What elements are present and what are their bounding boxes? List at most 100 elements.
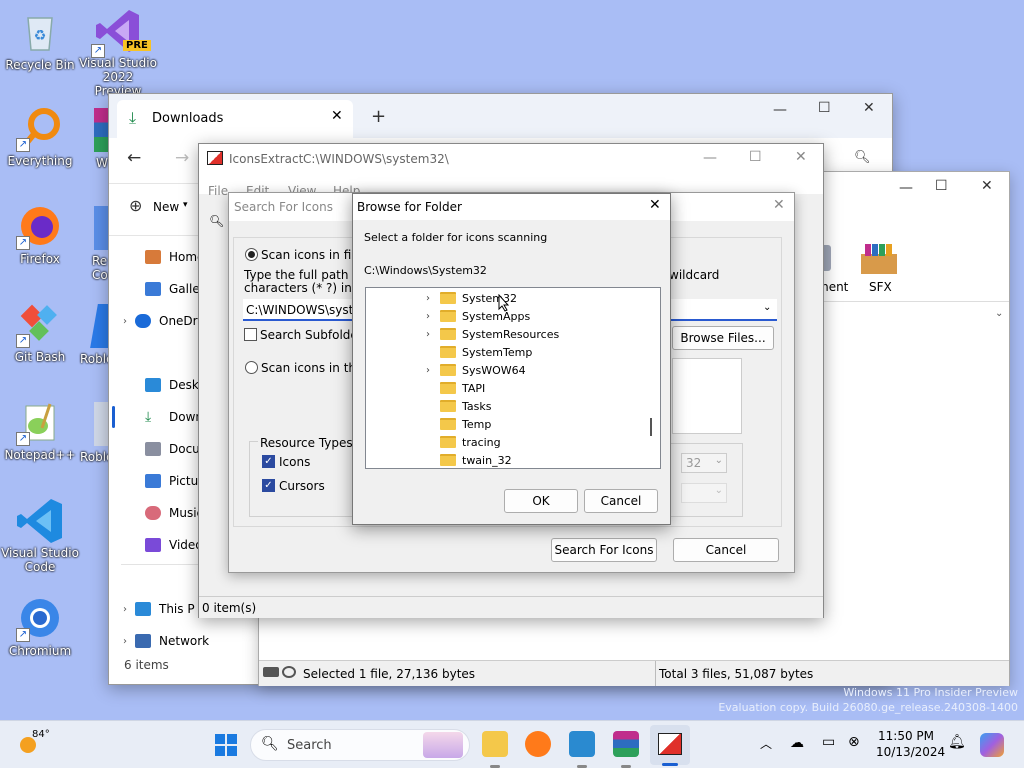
tree-folder-item[interactable]: › SystemApps [426,307,530,325]
copilot-icon[interactable] [980,733,1004,757]
menu-file[interactable]: File [208,184,228,198]
volume-muted-icon[interactable]: ⊗ [848,734,860,750]
search-for-icons-button[interactable]: Search For Icons [551,538,657,562]
desktop-icon-roblox-partial[interactable]: Roblo [78,304,108,366]
app-taskbar-icon[interactable] [569,731,595,757]
chevron-right-icon[interactable]: › [426,293,430,304]
iconsextract-taskbar-button[interactable] [650,725,690,766]
radio-scan-files[interactable] [245,248,258,261]
tree-folder-label: SysWOW64 [462,363,526,377]
desktop-icon-winrar-partial[interactable]: W [80,108,108,170]
folder-tree[interactable]: › System32 › SystemApps › SystemResources Syst… [365,287,661,469]
back-arrow-icon[interactable]: ← [127,148,141,168]
desktop-icon-visual-studio-2022-preview[interactable]: PRE ↗ Visual Studio 2022 Preview [78,6,158,98]
start-windows-icon[interactable] [214,733,238,757]
new-tab-button[interactable]: + [371,106,386,127]
tree-folder-item[interactable]: tracing [440,433,501,451]
size-select[interactable]: 32 ⌄ [681,453,727,473]
taskbar-search-box[interactable]: 🔍︎ Search [250,729,470,761]
minimize-icon[interactable]: — [703,150,717,166]
chevron-right-icon[interactable]: › [426,365,430,376]
weather-widget[interactable]: 84° [12,729,92,759]
desktop-icon-roblox-studio-partial[interactable]: Roblo [78,402,108,464]
desktop-icon-recycle-bin[interactable]: ♻ Recycle Bin [0,10,80,72]
radio-scan-selected[interactable] [245,361,258,374]
folder-icon [440,346,456,358]
desktop-icon-chromium[interactable]: ↗ Chromium [0,596,80,658]
tree-folder-label: Temp [462,417,492,431]
close-icon[interactable]: ✕ [795,149,807,165]
desktop-icon-vscode[interactable]: Visual Studio Code [0,496,80,574]
desktop-icon-git-bash[interactable]: ↗ Git Bash [0,302,80,364]
sidebar-item-this-pc[interactable]: › This P [123,598,195,620]
close-icon[interactable]: ✕ [863,100,875,116]
desktop-icon-firefox[interactable]: ↗ Firefox [0,204,80,266]
browse-dialog-titlebar: Browse for Folder ✕ [353,194,670,220]
file-explorer-taskbar-icon[interactable] [482,731,508,757]
tree-folder-item[interactable]: Temp [440,415,491,433]
close-icon[interactable]: ✕ [649,197,661,213]
tree-folder-item[interactable]: twain_32 [440,451,512,468]
close-icon[interactable]: ✕ [773,197,785,213]
bell-icon[interactable]: 🔔︎ [948,734,966,750]
chevron-up-icon[interactable]: ︿ [760,735,772,752]
chevron-right-icon[interactable]: › [426,311,430,322]
tree-folder-item[interactable]: Tasks [440,397,491,415]
maximize-icon[interactable]: ☐ [749,149,762,165]
desktop-icon-label: Everything [7,154,73,168]
explorer-tab-downloads[interactable]: ⤓ Downloads ✕ [117,100,353,138]
visual-studio-icon: PRE ↗ [91,6,151,58]
tree-folder-item[interactable]: › SysWOW64 [426,361,526,379]
tree-scrollbar-thumb[interactable] [650,418,652,436]
tree-folder-label: twain_32 [462,453,512,467]
forward-arrow-icon[interactable]: → [175,148,189,168]
browse-prompt: Select a folder for icons scanning [364,231,548,244]
tree-folder-item[interactable]: SystemTemp [440,343,532,361]
maximize-icon[interactable]: ☐ [935,178,948,194]
close-tab-icon[interactable]: ✕ [331,108,343,124]
display-icon[interactable]: ▭ [822,734,835,750]
tree-folder-item[interactable]: › SystemResources [426,325,559,343]
ok-button[interactable]: OK [504,489,578,513]
clock-time[interactable]: 11:50 PM [878,729,934,743]
minimize-icon[interactable]: — [899,180,913,196]
menu-bar: File Edit View Help [199,174,823,198]
firefox-taskbar-icon[interactable] [525,731,551,757]
sidebar-item-music[interactable]: Music [145,502,203,524]
search-toolbar-icon[interactable]: 🔍︎ [209,214,224,228]
clock-date[interactable]: 10/13/2024 [876,745,945,759]
winrar-sfx-icon[interactable] [859,244,899,276]
search-cancel-button[interactable]: Cancel [673,538,779,562]
new-button[interactable]: New [153,200,179,214]
desktop-icon-partial-re[interactable]: Re Co [80,206,108,282]
chevron-down-icon[interactable]: ⌄ [763,302,771,313]
roblox-studio-icon [94,402,108,446]
browse-files-button[interactable]: Browse Files... [672,326,774,350]
size-select-2[interactable]: ⌄ [681,483,727,503]
icons-checkbox[interactable]: ✓ [262,455,275,468]
recycle-bin-icon: ♻ [18,10,62,54]
taskbar: 84° 🔍︎ Search ︿ ☁ ▭ ⊗ 11:50 PM 10/13/202… [0,720,1024,768]
sidebar-item-network[interactable]: › Network [123,630,209,652]
cancel-button[interactable]: Cancel [584,489,658,513]
folder-icon [440,364,456,376]
desktop-icon-everything[interactable]: ↗ Everything [0,106,80,168]
maximize-icon[interactable]: ☐ [818,100,831,116]
folder-icon [440,418,456,430]
tree-folder-item[interactable]: TAPI [440,379,485,397]
winrar-taskbar-icon[interactable] [613,731,639,757]
close-icon[interactable]: ✕ [981,178,993,194]
items-count: 6 items [124,658,169,672]
chevron-right-icon[interactable]: › [426,329,430,340]
chevron-right-icon: › [123,315,127,327]
minimize-icon[interactable]: — [773,102,787,118]
sidebar-item-onedrive[interactable]: › OneDr [123,310,198,332]
search-icon[interactable]: 🔍︎ [854,150,871,165]
desktop-icon-notepad-plus-plus[interactable]: ↗ Notepad++ [0,400,80,462]
cursors-checkbox[interactable]: ✓ [262,479,275,492]
file-list-box[interactable] [672,358,742,434]
search-subfolders-checkbox[interactable] [244,328,257,341]
network-offline-icon[interactable]: ☁ [790,735,804,751]
sidebar-item-home[interactable]: Home [145,246,204,268]
desktop-icon-label: Recycle Bin [5,58,75,72]
